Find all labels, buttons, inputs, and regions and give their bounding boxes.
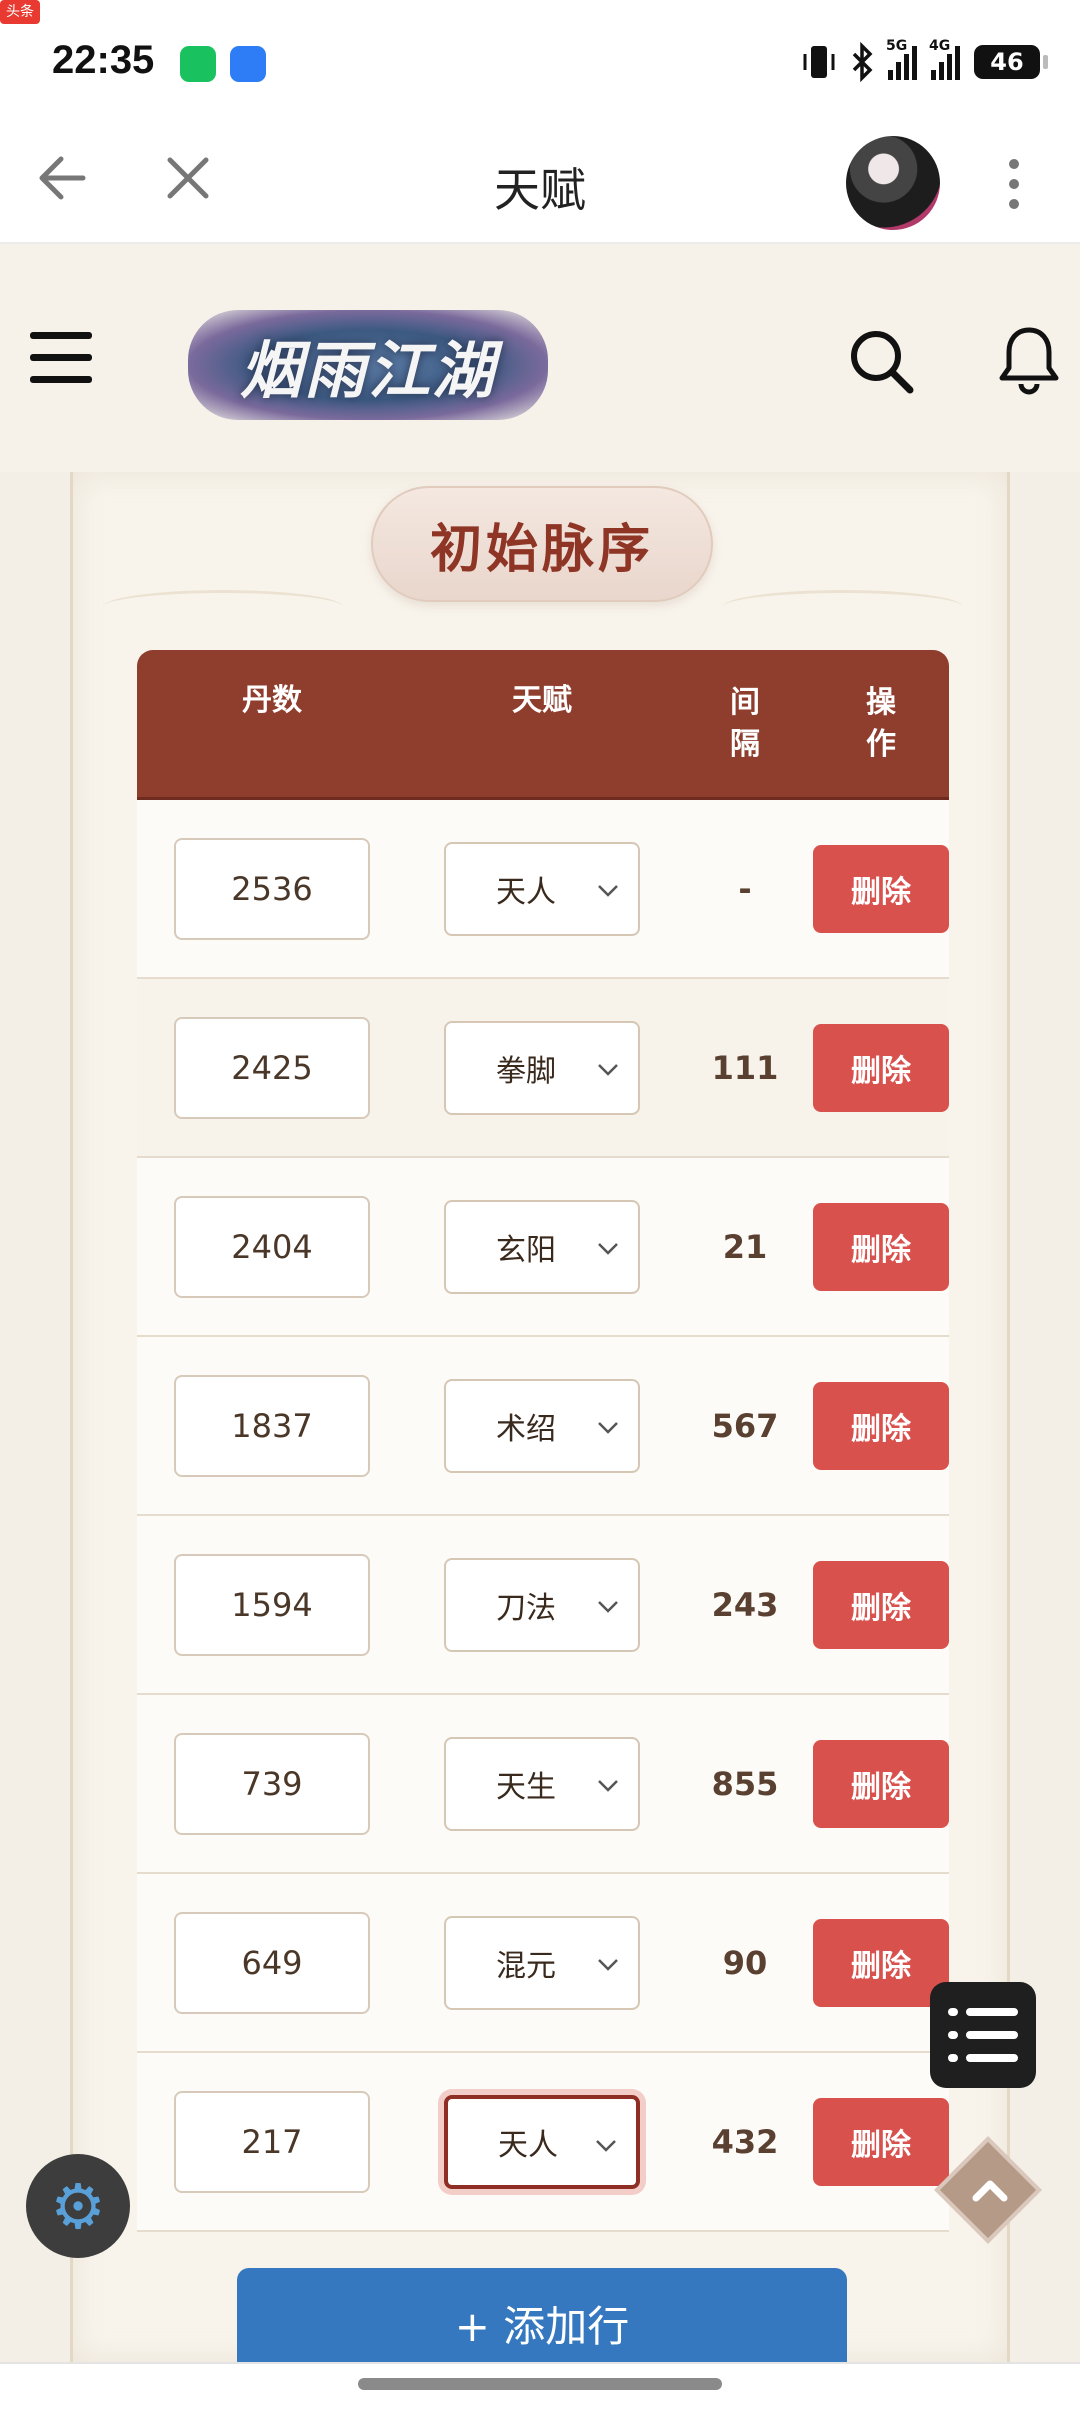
dan-input[interactable]: 1594	[174, 1553, 370, 1656]
decor-wave-left	[103, 590, 343, 624]
table-row: 217 天人 432 删除	[137, 2053, 949, 2232]
column-header-dan: 丹数	[242, 683, 302, 718]
talent-select[interactable]: 天生	[444, 1736, 640, 1831]
status-time: 22:35	[52, 38, 155, 82]
dan-input[interactable]: 1837	[174, 1374, 370, 1477]
dan-input[interactable]: 2425	[174, 1016, 370, 1119]
dan-input[interactable]: 649	[174, 1911, 370, 2014]
gap-value: 243	[711, 1585, 779, 1624]
list-menu-icon[interactable]	[930, 1982, 1036, 2088]
table-row: 1837 术绍 567 删除	[137, 1337, 949, 1516]
chevron-down-icon	[596, 2139, 616, 2152]
wechat-icon	[180, 46, 216, 82]
table-row: 2404 玄阳 21 删除	[137, 1158, 949, 1337]
site-logo[interactable]: 烟雨江湖	[188, 310, 548, 420]
talent-select[interactable]: 天人	[444, 841, 640, 936]
signal-4g-icon: 4G	[929, 38, 960, 80]
talent-select[interactable]: 刀法	[444, 1557, 640, 1652]
gap-value: 855	[711, 1764, 779, 1803]
chevron-down-icon	[598, 1600, 618, 1613]
delete-button[interactable]: 删除	[813, 2097, 949, 2186]
dan-input[interactable]: 2536	[174, 837, 370, 940]
browser-toolbar: 天赋	[0, 120, 1080, 244]
talent-select[interactable]: 天人	[444, 2094, 640, 2189]
more-button[interactable]	[984, 148, 1044, 220]
search-icon[interactable]	[846, 326, 916, 396]
delete-button[interactable]: 删除	[813, 1023, 949, 1112]
talent-select[interactable]: 拳脚	[444, 1020, 640, 1115]
table-header: 丹数 天赋 间 隔 操 作	[137, 650, 949, 800]
table-row: 1594 刀法 243 删除	[137, 1516, 949, 1695]
decor-wave-right	[723, 590, 963, 624]
chevron-down-icon	[598, 1421, 618, 1434]
gap-value: 21	[722, 1227, 768, 1266]
site-header: 烟雨江湖	[0, 244, 1080, 472]
delete-button[interactable]: 删除	[813, 844, 949, 933]
table-row: 2425 拳脚 111 删除	[137, 979, 949, 1158]
signal-5g-icon: 5G	[886, 38, 917, 80]
bell-icon[interactable]	[996, 324, 1066, 396]
system-icons: 5G 4G 46	[802, 38, 1048, 84]
chevron-down-icon	[598, 1958, 618, 1971]
bluetooth-icon	[852, 42, 873, 82]
browser-app-icon	[230, 46, 266, 82]
news-app-icon: 头条	[0, 0, 40, 24]
chevron-up-icon	[972, 2180, 1008, 2202]
home-indicator[interactable]	[358, 2378, 722, 2390]
delete-button[interactable]: 删除	[813, 1739, 949, 1828]
delete-button[interactable]: 删除	[813, 1202, 949, 1291]
chevron-down-icon	[598, 1779, 618, 1792]
dan-input[interactable]: 217	[174, 2090, 370, 2193]
gap-value: 111	[711, 1048, 779, 1087]
table-row: 649 混元 90 删除	[137, 1874, 949, 2053]
column-header-gap: 间 隔	[730, 684, 760, 762]
talent-select[interactable]: 混元	[444, 1915, 640, 2010]
column-header-talent: 天赋	[512, 683, 572, 718]
vibrate-icon	[803, 46, 835, 78]
content-panel: 初始脉序 丹数 天赋 间 隔 操 作 2536 天人 - 删除 2425 拳脚 …	[70, 472, 1010, 2378]
gear-icon[interactable]: ⚙	[26, 2154, 130, 2258]
battery-icon: 46	[974, 45, 1048, 79]
more-vertical-icon	[1009, 159, 1019, 209]
talent-select[interactable]: 术绍	[444, 1378, 640, 1473]
gap-value: 567	[711, 1406, 779, 1445]
gap-value: -	[738, 869, 752, 908]
delete-button[interactable]: 删除	[813, 1918, 949, 2007]
chevron-down-icon	[598, 884, 618, 897]
column-header-op: 操 作	[866, 684, 896, 762]
dan-input[interactable]: 2404	[174, 1195, 370, 1298]
delete-button[interactable]: 删除	[813, 1381, 949, 1470]
talent-select[interactable]: 玄阳	[444, 1199, 640, 1294]
delete-button[interactable]: 删除	[813, 1560, 949, 1649]
talent-table: 丹数 天赋 间 隔 操 作 2536 天人 - 删除 2425 拳脚 111 删…	[137, 650, 949, 2232]
table-row: 2536 天人 - 删除	[137, 800, 949, 979]
gap-value: 90	[722, 1943, 768, 1982]
dan-input[interactable]: 739	[174, 1732, 370, 1835]
avatar[interactable]	[846, 136, 940, 230]
status-bar: 22:35 头条 5G 4G 46	[0, 0, 1080, 120]
menu-icon[interactable]	[30, 332, 92, 384]
chevron-down-icon	[598, 1242, 618, 1255]
table-row: 739 天生 855 删除	[137, 1695, 949, 1874]
section-title: 初始脉序	[371, 486, 713, 602]
gap-value: 432	[711, 2122, 779, 2161]
chevron-down-icon	[598, 1063, 618, 1076]
